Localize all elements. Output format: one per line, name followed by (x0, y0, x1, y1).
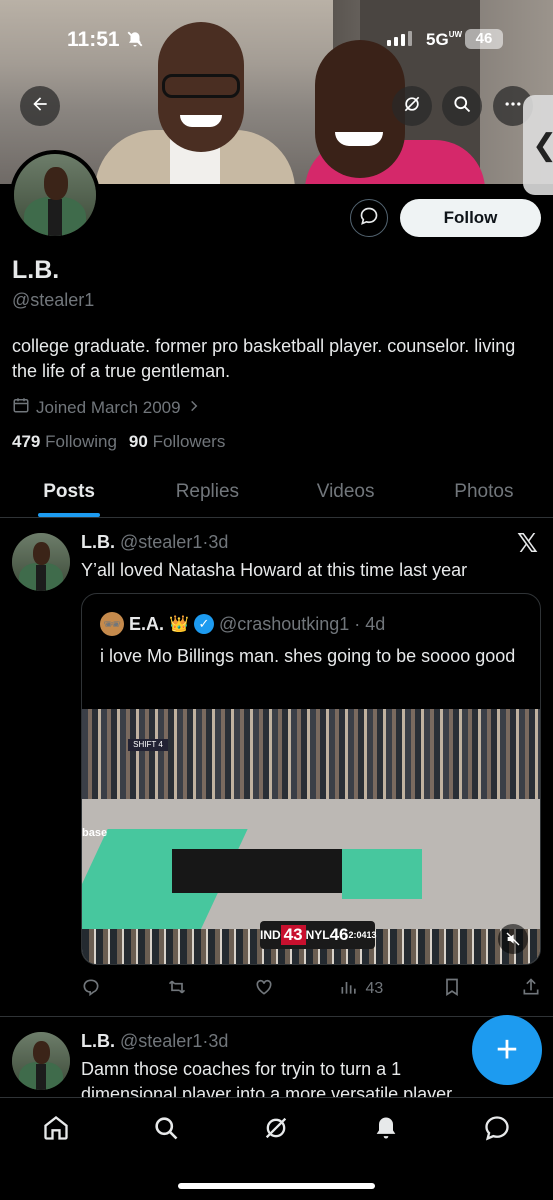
video-court-text: base (82, 827, 108, 839)
video-crowd (82, 709, 540, 799)
joined-label: Joined March 2009 (36, 397, 181, 417)
grok-button[interactable] (392, 86, 432, 126)
nav-messages[interactable] (477, 1110, 517, 1150)
battery-indicator: 46 (465, 29, 503, 49)
post-author[interactable]: L.B. (81, 532, 115, 552)
tab-photos[interactable]: Photos (415, 466, 553, 517)
more-icon (503, 94, 523, 119)
nav-home[interactable] (36, 1110, 76, 1150)
views-icon (339, 977, 359, 1002)
tab-videos[interactable]: Videos (277, 466, 415, 517)
bookmark-icon (442, 977, 462, 1002)
post-actions: 43 (81, 975, 541, 1003)
verified-badge-icon: ✓ (193, 614, 214, 634)
followers-link[interactable]: 90 Followers (129, 432, 225, 452)
search-icon (152, 1114, 180, 1147)
message-icon (483, 1114, 511, 1147)
profile-tabs: Posts Replies Videos Photos (0, 466, 553, 518)
video-court-green-right (342, 849, 422, 899)
post-time: 3d (208, 1031, 229, 1051)
reply-icon (81, 977, 101, 1002)
profile-handle: @stealer1 (12, 290, 95, 310)
banner-smile-left (180, 115, 222, 127)
grok-icon (262, 1114, 290, 1147)
post-handle: @stealer1 (120, 1031, 203, 1051)
profile-bio: college graduate. former pro basketball … (12, 336, 516, 381)
video-scorebug: IND 43 NYL 46 2:04 13 (260, 921, 377, 949)
like-button[interactable] (253, 977, 281, 1002)
follow-counts: 479 Following 90 Followers (12, 432, 225, 452)
quote-author: E.A. (129, 613, 165, 634)
tab-replies[interactable]: Replies (138, 466, 276, 517)
signal-icon (387, 30, 412, 46)
follow-button[interactable]: Follow (400, 199, 541, 237)
nav-notifications[interactable] (366, 1110, 406, 1150)
views-button[interactable]: 43 (339, 977, 383, 1002)
status-time: 11:51 (67, 28, 120, 51)
post-header: L.B. @stealer1·3d (81, 1031, 229, 1051)
post-author[interactable]: L.B. (81, 1031, 115, 1051)
tab-posts[interactable]: Posts (0, 466, 138, 517)
quote-header: 🕶 E.A. 👑 ✓ @crashoutking1 · 4d (100, 612, 385, 636)
post-header: L.B. @stealer1·3d (81, 532, 229, 552)
quote-video[interactable]: SHIFT 4 base IND 43 NYL 46 2:04 13 (82, 709, 540, 964)
profile-avatar[interactable] (10, 150, 100, 240)
bell-icon (372, 1114, 400, 1147)
message-button[interactable] (350, 199, 388, 237)
bell-off-icon (126, 30, 144, 53)
status-bar: 11:51 5GUW 46 (0, 0, 553, 80)
profile-display-name: L.B. (12, 256, 60, 284)
calendar-icon (12, 396, 30, 419)
post-time: 3d (208, 532, 229, 552)
mute-icon[interactable] (498, 924, 528, 954)
side-drawer-handle[interactable]: ❮ (523, 95, 553, 195)
chevron-left-icon: ❮ (532, 128, 553, 163)
nav-search[interactable] (146, 1110, 186, 1150)
quote-handle: @crashoutking1 (218, 613, 350, 634)
banner-smile-right (335, 132, 383, 146)
crown-icon: 👑 (169, 616, 189, 633)
share-button[interactable] (521, 977, 541, 1002)
message-icon (359, 206, 379, 231)
home-icon (42, 1114, 70, 1147)
search-icon (452, 94, 472, 119)
video-ad-board: SHIFT 4 (128, 739, 168, 751)
quoted-post[interactable]: 🕶 E.A. 👑 ✓ @crashoutking1 · 4d i love Mo B… (81, 593, 541, 965)
post-handle: @stealer1 (120, 532, 203, 552)
bookmark-button[interactable] (442, 977, 462, 1002)
repost-button[interactable] (166, 977, 194, 1002)
reply-button[interactable] (81, 977, 107, 1002)
post-text: Y’all loved Natasha Howard at this time … (81, 560, 468, 580)
back-button[interactable] (20, 86, 60, 126)
quote-text: i love Mo Billings man. shes going to be… (100, 646, 516, 666)
grok-icon (402, 94, 422, 119)
post-divider (0, 1016, 553, 1017)
share-icon (521, 977, 541, 1002)
nav-grok[interactable] (256, 1110, 296, 1150)
post-avatar[interactable] (12, 533, 70, 591)
quote-time: 4d (365, 613, 386, 634)
profile-joined[interactable]: Joined March 2009 (12, 396, 201, 419)
search-button[interactable] (442, 86, 482, 126)
post-avatar[interactable] (12, 1032, 70, 1090)
plus-icon: + (495, 1028, 519, 1071)
network-label: 5GUW (426, 30, 463, 49)
compose-button[interactable]: + (472, 1015, 542, 1085)
back-arrow-icon (30, 94, 50, 119)
video-court-paint (172, 849, 352, 893)
quote-avatar: 🕶 (100, 612, 124, 636)
home-indicator (178, 1183, 375, 1189)
repost-icon (166, 977, 188, 1002)
chevron-right-icon (187, 398, 201, 418)
x-logo-icon: 𝕏 (517, 528, 538, 558)
heart-icon (253, 977, 275, 1002)
following-link[interactable]: 479 Following (12, 432, 117, 452)
views-count: 43 (365, 980, 384, 997)
